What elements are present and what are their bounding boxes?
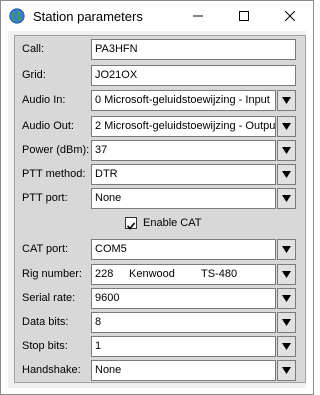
cat-port-dropdown-button[interactable]: [277, 239, 296, 260]
power-dropdown-button[interactable]: [277, 140, 296, 161]
power-select[interactable]: 37: [91, 140, 276, 161]
handshake-select[interactable]: None: [91, 360, 276, 381]
minimize-icon: [193, 15, 203, 17]
power-label: Power (dBm):: [22, 144, 90, 156]
data-bits-label: Data bits:: [22, 316, 69, 328]
station-form: Call: PA3HFN Grid: JO21OX Audio In: 0 Mi…: [14, 35, 306, 383]
grid-row: Grid: JO21OX: [15, 65, 305, 86]
triangle-down-icon: [282, 271, 291, 278]
triangle-down-icon: [282, 171, 291, 178]
ptt-method-row: PTT method: DTR: [15, 164, 305, 185]
station-parameters-window: Station parameters Call: PA3HFN Grid: JO…: [0, 0, 314, 395]
rig-number-select[interactable]: 228 Kenwood TS-480: [91, 264, 276, 285]
audio-in-dropdown-button[interactable]: [277, 90, 296, 111]
stop-bits-select[interactable]: 1: [91, 336, 276, 357]
audio-out-dropdown-button[interactable]: [277, 116, 296, 137]
ptt-port-label: PTT port:: [22, 192, 68, 204]
audio-in-label: Audio In:: [22, 94, 66, 106]
title-bar[interactable]: Station parameters: [1, 1, 313, 31]
stop-bits-dropdown-button[interactable]: [277, 336, 296, 357]
handshake-row: Handshake: None: [15, 360, 305, 381]
close-icon: [285, 11, 295, 21]
triangle-down-icon: [282, 195, 291, 202]
globe-icon: [9, 8, 25, 24]
ptt-port-row: PTT port: None: [15, 188, 305, 209]
cat-port-row: CAT port: COM5: [15, 239, 305, 260]
audio-in-row: Audio In: 0 Microsoft-geluidstoewijzing …: [15, 90, 305, 111]
triangle-down-icon: [282, 319, 291, 326]
triangle-down-icon: [282, 246, 291, 253]
triangle-down-icon: [282, 97, 291, 104]
rig-number-dropdown-button[interactable]: [277, 264, 296, 285]
ptt-port-select[interactable]: None: [91, 188, 276, 209]
client-area: Call: PA3HFN Grid: JO21OX Audio In: 0 Mi…: [8, 31, 306, 388]
audio-out-row: Audio Out: 2 Microsoft-geluidstoewijzing…: [15, 116, 305, 137]
ptt-method-select[interactable]: DTR: [91, 164, 276, 185]
audio-out-select[interactable]: 2 Microsoft-geluidstoewijzing - Output: [91, 116, 276, 137]
maximize-button[interactable]: [221, 1, 267, 31]
rig-number-label: Rig number:: [22, 268, 82, 280]
serial-rate-select[interactable]: 9600: [91, 288, 276, 309]
data-bits-row: Data bits: 8: [15, 312, 305, 333]
grid-input[interactable]: JO21OX: [91, 65, 296, 86]
window-title: Station parameters: [33, 9, 143, 24]
triangle-down-icon: [282, 343, 291, 350]
triangle-down-icon: [282, 147, 291, 154]
cat-port-label: CAT port:: [22, 243, 69, 255]
ptt-port-dropdown-button[interactable]: [277, 188, 296, 209]
data-bits-dropdown-button[interactable]: [277, 312, 296, 333]
serial-rate-label: Serial rate:: [22, 292, 76, 304]
triangle-down-icon: [282, 295, 291, 302]
data-bits-select[interactable]: 8: [91, 312, 276, 333]
serial-rate-dropdown-button[interactable]: [277, 288, 296, 309]
power-row: Power (dBm): 37: [15, 140, 305, 161]
serial-rate-row: Serial rate: 9600: [15, 288, 305, 309]
enable-cat-label: Enable CAT: [143, 217, 202, 229]
cat-port-select[interactable]: COM5: [91, 239, 276, 260]
checkmark-icon: [126, 222, 136, 230]
ptt-method-dropdown-button[interactable]: [277, 164, 296, 185]
call-label: Call:: [22, 43, 45, 55]
ptt-method-label: PTT method:: [22, 168, 86, 180]
call-input[interactable]: PA3HFN: [91, 39, 296, 60]
rig-model-value: TS-480: [201, 268, 238, 280]
maximize-icon: [239, 11, 249, 21]
stop-bits-row: Stop bits: 1: [15, 336, 305, 357]
grid-label: Grid:: [22, 69, 46, 81]
handshake-dropdown-button[interactable]: [277, 360, 296, 381]
minimize-button[interactable]: [175, 1, 221, 31]
audio-in-select[interactable]: 0 Microsoft-geluidstoewijzing - Input: [91, 90, 276, 111]
stop-bits-label: Stop bits:: [22, 340, 68, 352]
handshake-label: Handshake:: [22, 364, 81, 376]
call-row: Call: PA3HFN: [15, 39, 305, 60]
audio-out-label: Audio Out:: [22, 120, 74, 132]
enable-cat-checkbox[interactable]: [125, 217, 137, 230]
triangle-down-icon: [282, 367, 291, 374]
rig-number-row: Rig number: 228 Kenwood TS-480: [15, 264, 305, 285]
triangle-down-icon: [282, 123, 291, 130]
close-button[interactable]: [267, 1, 313, 31]
rig-make-value: Kenwood: [129, 268, 175, 280]
rig-number-value: 228: [95, 268, 114, 280]
